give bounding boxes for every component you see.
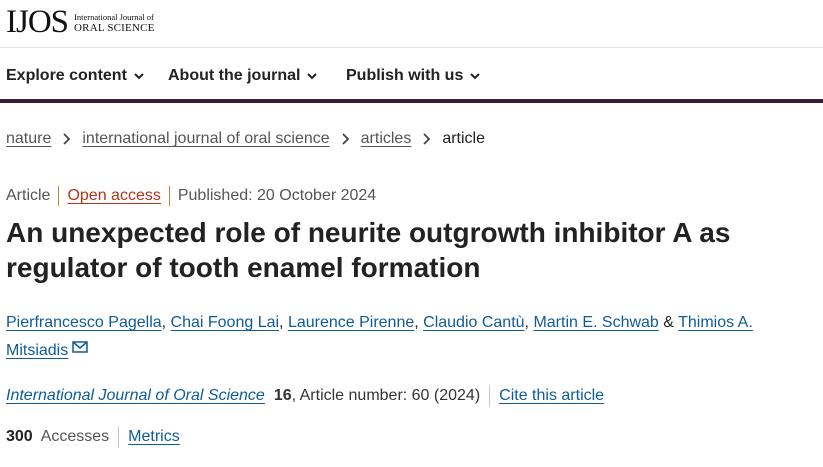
published-date: Published: 20 October 2024 [177, 187, 377, 204]
metrics-line: 300 Accesses Metrics [6, 426, 180, 448]
open-access-link[interactable]: Open access [67, 187, 160, 205]
breadcrumb-journal[interactable]: international journal of oral science [82, 130, 329, 148]
access-count: 300 [6, 428, 33, 445]
logo-wordmark: IJOS [6, 4, 69, 40]
metrics-link[interactable]: Metrics [128, 428, 180, 446]
article-title: An unexpected role of neurite outgrowth … [6, 217, 731, 283]
volume-number: 16 [273, 387, 292, 404]
article-number: , Article number: 60 (2024) [291, 387, 481, 404]
author-list: Pierfrancesco Pagella, Chai Foong Lai, L… [6, 309, 806, 365]
author-ampersand: & [658, 314, 679, 331]
breadcrumb: nature international journal of oral sci… [6, 130, 485, 148]
breadcrumb-current: article [442, 130, 486, 147]
meta-divider [168, 186, 170, 206]
logo-subtitle-line1: International Journal of [74, 12, 154, 22]
nav-publish-with-us[interactable]: Publish with us [346, 67, 481, 85]
author-link[interactable]: Pierfrancesco Pagella [6, 314, 162, 331]
logo-subtitle-line2: ORAL SCIENCE [74, 22, 155, 34]
main-navigation: Explore content About the journal Publis… [0, 48, 823, 103]
journal-link[interactable]: International Journal of Oral Science [6, 387, 265, 405]
chevron-down-icon [470, 73, 481, 80]
author-separator: , [279, 314, 288, 331]
chevron-right-icon [423, 133, 431, 145]
accesses-label: Accesses [40, 428, 110, 445]
chevron-right-icon [342, 133, 349, 145]
nav-publish-with-us-label: Publish with us [346, 67, 464, 84]
cite-this-article-link[interactable]: Cite this article [499, 387, 604, 405]
author-link[interactable]: Martin E. Schwab [533, 314, 658, 331]
citation-line: International Journal of Oral Science 16… [6, 385, 604, 407]
nav-explore-content[interactable]: Explore content [6, 67, 145, 85]
article-meta: Article Open access Published: 20 Octobe… [6, 186, 376, 206]
nav-explore-content-label: Explore content [6, 67, 127, 84]
nav-about-journal-label: About the journal [168, 67, 301, 84]
meta-divider [58, 186, 60, 206]
metrics-divider [118, 426, 120, 448]
author-separator: , [414, 314, 424, 331]
citation-divider [489, 385, 491, 407]
article-type: Article [6, 187, 51, 204]
author-link[interactable]: Laurence Pirenne [288, 314, 414, 331]
chevron-down-icon [307, 73, 318, 80]
email-icon[interactable] [72, 341, 88, 353]
journal-logo[interactable]: IJOS International Journal of ORAL SCIEN… [6, 4, 155, 40]
logo-subtitle: International Journal of ORAL SCIENCE [74, 12, 155, 34]
chevron-right-icon [63, 133, 71, 145]
author-separator: , [161, 314, 171, 331]
breadcrumb-articles[interactable]: articles [361, 130, 412, 148]
nav-about-journal[interactable]: About the journal [168, 67, 318, 85]
breadcrumb-nature[interactable]: nature [6, 130, 51, 148]
chevron-down-icon [134, 73, 144, 80]
site-header: IJOS International Journal of ORAL SCIEN… [0, 0, 823, 48]
author-link[interactable]: Chai Foong Lai [171, 314, 280, 331]
author-link[interactable]: Claudio Cantù [423, 314, 524, 331]
